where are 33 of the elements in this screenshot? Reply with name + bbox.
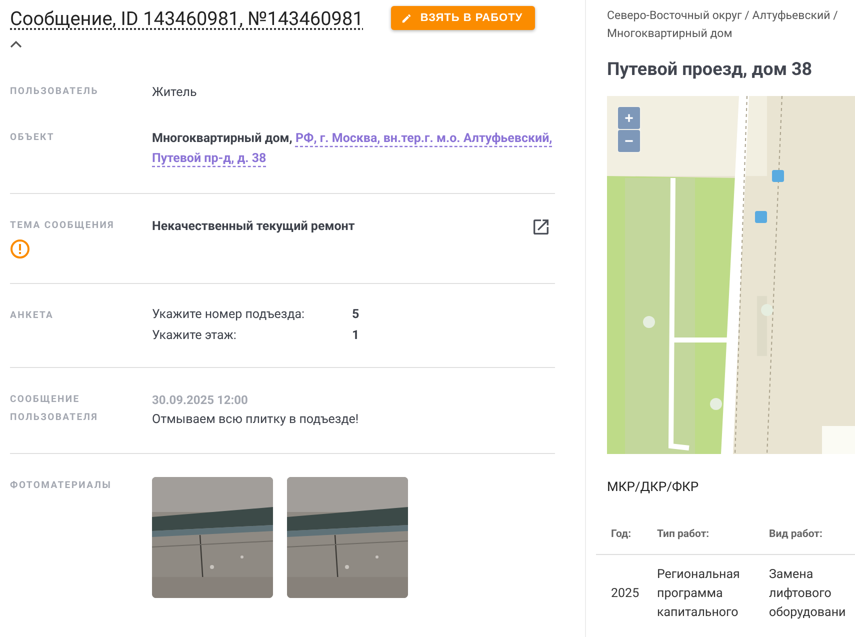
survey-question: Укажите номер подъезда: bbox=[152, 307, 306, 322]
table-cell: 2025 bbox=[611, 586, 640, 601]
address-title: Путевой проезд, дом 38 bbox=[607, 59, 814, 80]
field-label: АНКЕТА bbox=[10, 310, 54, 321]
take-to-work-button[interactable]: ВЗЯТЬ В РАБОТУ bbox=[391, 6, 535, 30]
topic-value: Некачественный текущий ремонт bbox=[152, 218, 356, 236]
field-label: СООБЩЕНИЕ ПОЛЬЗОВАТЕЛЯ bbox=[10, 394, 98, 423]
field-value: Житель bbox=[152, 84, 197, 102]
message-date: 30.09.2025 12:00 bbox=[152, 392, 249, 409]
field-label: ТЕМА СООБЩЕНИЯ bbox=[10, 220, 114, 231]
external-link-icon[interactable] bbox=[531, 217, 551, 237]
pencil-icon bbox=[401, 12, 412, 24]
table-cell: Замена лифтового оборудовани bbox=[769, 567, 846, 620]
field-label: ПОЛЬЗОВАТЕЛЬ bbox=[10, 86, 98, 97]
chevron-up-icon[interactable] bbox=[10, 40, 22, 48]
column-header: Год: bbox=[611, 527, 632, 540]
field-label: ФОТОМАТЕРИАЛЫ bbox=[10, 480, 112, 491]
survey-question: Укажите этаж: bbox=[152, 328, 238, 343]
zoom-in-button[interactable]: + bbox=[618, 107, 640, 129]
object-type: Многоквартирный дом, bbox=[152, 131, 292, 146]
table-cell: Региональная программа капитального bbox=[657, 567, 740, 620]
field-label: ОБЪЕКТ bbox=[10, 132, 54, 143]
zoom-out-button[interactable]: − bbox=[618, 130, 640, 152]
message-text: Отмываем всю плитку в подъезде! bbox=[152, 411, 359, 429]
address-link[interactable]: Путевой пр-д, д. 38 bbox=[152, 151, 266, 166]
address-link[interactable]: РФ, г. Москва, вн.тер.г. м.о. Алтуфьевский, bbox=[295, 131, 552, 146]
breadcrumb: Северо-Восточный округ / Алтуфьевский / Многоквартирный дом bbox=[607, 7, 839, 42]
survey-answer: 1 bbox=[352, 328, 360, 343]
section-title: МКР/ДКР/ФКР bbox=[607, 480, 700, 495]
message-title: Сообщение, ID 143460981, №143460981 bbox=[10, 6, 364, 30]
column-header: Вид работ: bbox=[769, 527, 822, 540]
survey-answer: 5 bbox=[352, 307, 360, 322]
column-header: Тип работ: bbox=[657, 527, 710, 540]
